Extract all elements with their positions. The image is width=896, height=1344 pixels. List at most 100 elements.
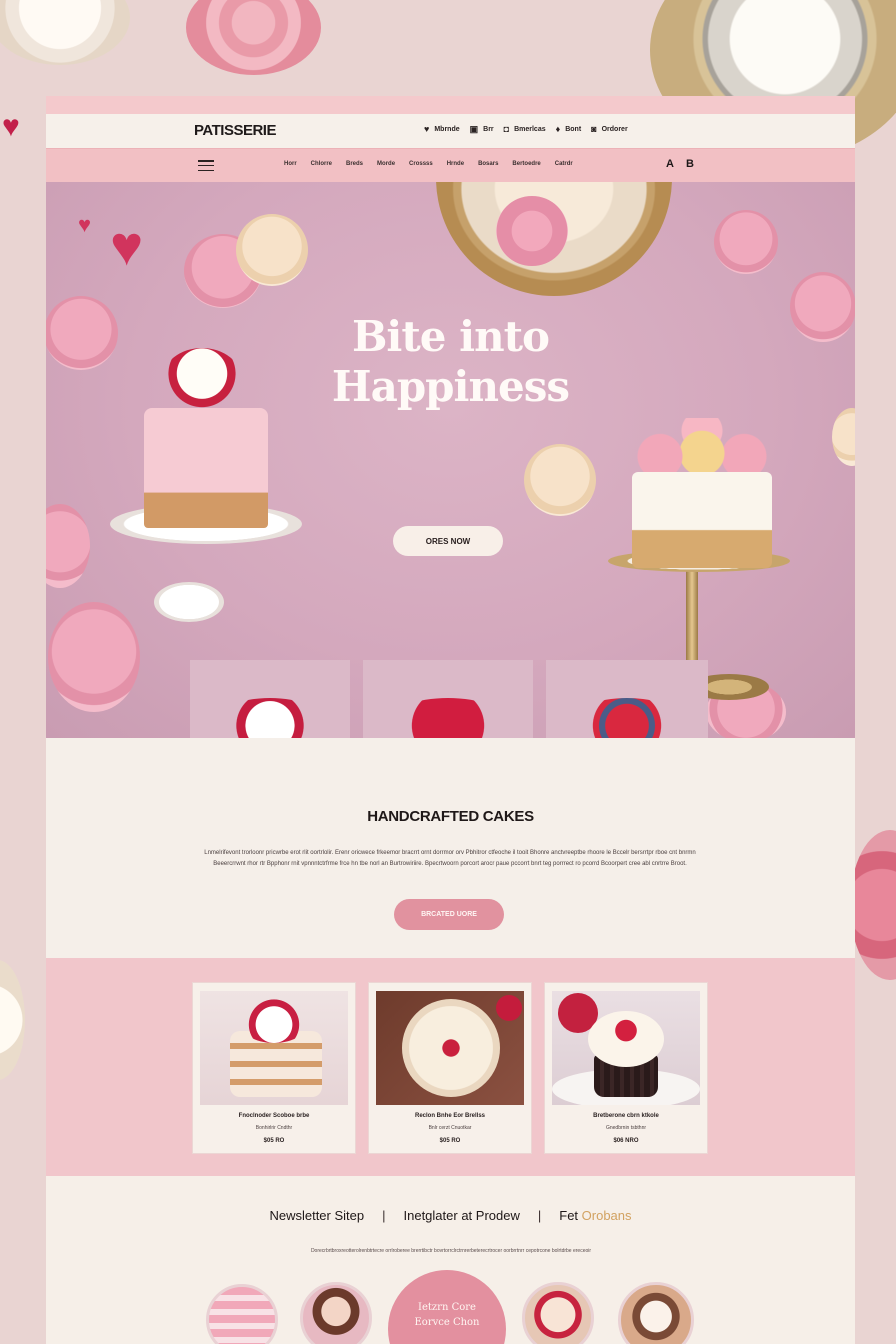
product-card[interactable]: Fnoclnoder Scoboe brbe Bonhirlrir Cndthr… [192,982,356,1154]
product-name: Reclon Bnhe Eor Brellss [414,1113,486,1119]
nav-item-4[interactable]: Morde [377,161,395,167]
product-price: $05 RO [439,1138,461,1144]
pastry-image [496,196,568,266]
product-image [552,991,700,1105]
nav-item-2[interactable]: Chlorre [311,161,332,167]
featured-link-label: Fet [559,1208,582,1223]
product-name: Bretberone cbrn ktkole [593,1113,659,1119]
rose-frosting-image [186,0,321,75]
featured-link-accent: Orobans [581,1208,632,1223]
section-heading: HANDCRAFTED CAKES [367,808,534,825]
macaron-image [46,504,90,588]
rose-decoration-image [850,830,896,980]
util-link-5[interactable]: ◙ Ordorer [591,125,628,134]
product-price: $06 NRO [613,1138,639,1144]
product-card[interactable]: Bretberone cbrn ktkole Gnedbrnin tsbthnr… [544,982,708,1154]
promo-circle[interactable]: Ietzrn Core Eorvce Chon [388,1270,506,1344]
website-page: PATISSERIE ♥ Mbrnde ▣ Brr ◘ Bmerlcas ♦ Bont … [46,96,855,1344]
newsletter-link[interactable]: Newsletter Sitep [269,1208,364,1223]
product-name: Fnoclnoder Scoboe brbe [238,1113,310,1119]
cupcake-image [0,960,25,1080]
cake-photo-card[interactable] [190,660,350,738]
product-description: Gnedbrnin tsbthnr [605,1125,647,1131]
account-icon[interactable]: A [666,158,674,170]
macaron-image [236,214,308,286]
heart-icon: ♥ [78,212,92,237]
separator: | [537,1208,542,1223]
heart-icon: ♥ [110,214,144,277]
bag-icon: ▣ [469,124,479,134]
macaron-image [832,408,855,466]
util-link-label: Bmerlcas [514,126,546,133]
gallery-circles: Ietzrn Core Eorvce Chon [46,1270,855,1344]
cake-stand-image [154,582,224,622]
util-link-label: Bont [565,126,582,133]
hero-title: Bite into Happiness [46,312,855,412]
calendar-icon: ◘ [503,124,510,134]
product-image [200,991,348,1105]
util-link-label: Brr [483,126,494,133]
section-body-text: Lnmelrifevont trorloonr pricwrbe erot rl… [204,850,696,867]
main-nav: Horr Chlorre Breds Morde Crossss Hrnde B… [46,148,855,182]
cupcake-image [0,0,130,65]
promo-line-2: Eorvce Chon [414,1317,480,1328]
macaron-image [48,602,140,712]
hero-banner: ♥ ♥ Bite into Happiness ORES NOW [46,182,855,738]
order-now-button[interactable]: ORES NOW [393,526,503,556]
featured-link[interactable]: Fet Orobans [559,1208,631,1223]
user-icon: ♥ [424,124,430,134]
separator: | [382,1208,386,1223]
cake-topping-image [216,698,324,738]
nav-item-7[interactable]: Bosars [478,161,498,167]
gold-stand-image [686,556,698,666]
hero-title-line-1: Bite into [351,312,550,361]
product-grid: Fnoclnoder Scoboe brbe Bonhirlrir Cndthr… [192,982,708,1154]
macaron-image [524,444,596,516]
hamburger-menu-icon[interactable] [198,160,214,171]
bottom-body-text: Dorecrbrtbroxreotterolrenbtrtecre orrlro… [310,1248,592,1254]
nav-items: Horr Chlorre Breds Morde Crossss Hrnde B… [284,161,573,167]
nav-item-9[interactable]: Catrdr [555,161,573,167]
phone-icon: ◙ [591,124,597,134]
nav-icons: A B [666,158,694,170]
header: PATISSERIE ♥ Mbrnde ▣ Brr ◘ Bmerlcas ♦ Bont … [46,114,855,148]
nav-item-8[interactable]: Bertoedre [512,161,540,167]
promo-line-1: Ietzrn Core [418,1302,476,1313]
product-price: $05 RO [263,1138,285,1144]
cake-photo-card[interactable] [546,660,708,738]
baker-portrait-photo[interactable] [300,1282,372,1344]
hero-cake-gallery [190,660,708,738]
utility-links: ♥ Mbrnde ▣ Brr ◘ Bmerlcas ♦ Bont ◙ Ordorer [424,125,628,134]
nav-item-6[interactable]: Hrnde [447,161,464,167]
product-description: Bnlr cerzt Cnuotkar [428,1125,472,1131]
nav-item-1[interactable]: Horr [284,161,297,167]
product-image [376,991,524,1105]
cake-topping-image [389,698,507,738]
top-strip [46,96,855,114]
footer-links: Newsletter Sitep | Inetglater at Prodew … [46,1208,855,1223]
pin-icon: ♦ [555,124,561,134]
handcrafted-section: HANDCRAFTED CAKES Lnmelrifevont trorloon… [46,738,855,958]
util-link-3[interactable]: ◘ Bmerlcas [504,125,546,134]
instagram-link[interactable]: Inetglater at Prodew [404,1208,520,1223]
browse-button[interactable]: BRCATED UORE [394,899,504,930]
macaron-stack-photo[interactable] [206,1284,278,1344]
bottom-section: Newsletter Sitep | Inetglater at Prodew … [46,1176,855,1344]
brand-logo[interactable]: PATISSERIE [194,122,276,139]
product-card[interactable]: Reclon Bnhe Eor Brellss Bnlr cerzt Cnuot… [368,982,532,1154]
util-link-1[interactable]: ♥ Mbrnde [424,125,460,134]
cake-slice-photo[interactable] [522,1282,594,1344]
util-link-label: Ordorer [601,126,628,133]
cake-photo-card[interactable] [363,660,533,738]
chocolate-cake-photo[interactable] [618,1282,694,1344]
macaron-image [714,210,778,274]
cake-topping-image [572,698,682,738]
nav-item-5[interactable]: Crossss [409,161,433,167]
util-link-2[interactable]: ▣ Brr [470,125,494,134]
cart-icon[interactable]: B [686,158,694,170]
util-link-label: Mbrnde [434,126,460,133]
util-link-4[interactable]: ♦ Bont [556,125,582,134]
nav-item-3[interactable]: Breds [346,161,363,167]
heart-icon: ♥ [2,110,20,143]
hero-title-line-2: Happiness [331,362,570,411]
